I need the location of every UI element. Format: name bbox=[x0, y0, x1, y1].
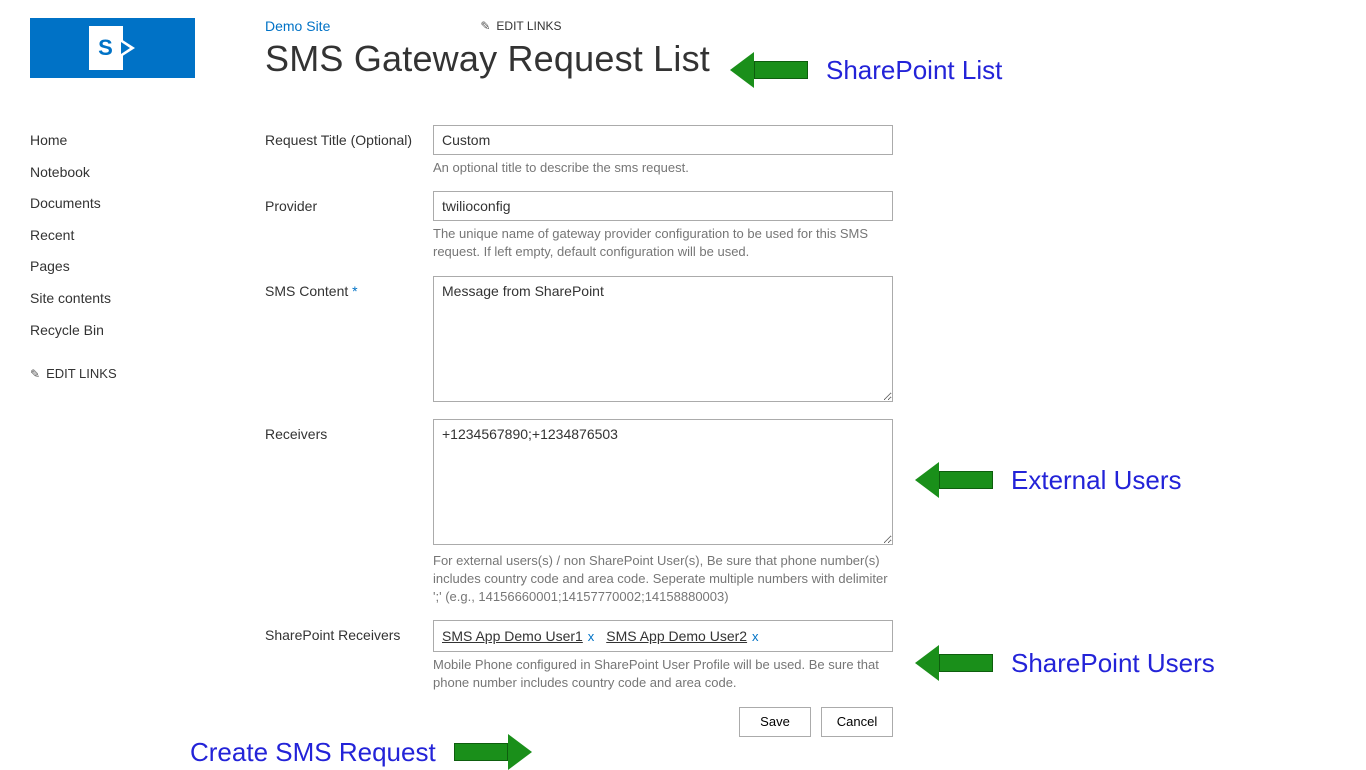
sidebar-edit-links-label: EDIT LINKS bbox=[46, 366, 117, 381]
page-title: SMS Gateway Request List bbox=[265, 38, 1366, 80]
cancel-button[interactable]: Cancel bbox=[821, 707, 893, 737]
sidebar-edit-links[interactable]: ✎ EDIT LINKS bbox=[30, 358, 265, 389]
sidebar-item-sitecontents[interactable]: Site contents bbox=[30, 283, 265, 315]
receivers-textarea[interactable] bbox=[433, 419, 893, 545]
site-logo[interactable]: S bbox=[30, 18, 195, 78]
sharepoint-receivers-picker[interactable]: SMS App Demo User1 x SMS App Demo User2 … bbox=[433, 620, 893, 652]
sidebar-item-documents[interactable]: Documents bbox=[30, 188, 265, 220]
pencil-icon: ✎ bbox=[480, 19, 490, 33]
request-title-input[interactable] bbox=[433, 125, 893, 155]
help-sp-receivers: Mobile Phone configured in SharePoint Us… bbox=[433, 656, 893, 692]
people-chip[interactable]: SMS App Demo User2 bbox=[606, 628, 747, 644]
edit-links-top[interactable]: ✎ EDIT LINKS bbox=[480, 19, 561, 33]
sidebar-item-recyclebin[interactable]: Recycle Bin bbox=[30, 315, 265, 347]
pencil-icon: ✎ bbox=[30, 367, 40, 381]
arrow-right-icon bbox=[454, 734, 532, 770]
edit-links-top-label: EDIT LINKS bbox=[496, 19, 561, 33]
sidebar-item-home[interactable]: Home bbox=[30, 125, 265, 157]
sms-content-textarea[interactable] bbox=[433, 276, 893, 402]
label-sms-content: SMS Content * bbox=[265, 276, 433, 299]
annotation-label: Create SMS Request bbox=[190, 737, 436, 768]
quick-launch-sidebar: Home Notebook Documents Recent Pages Sit… bbox=[30, 125, 265, 737]
sidebar-item-recent[interactable]: Recent bbox=[30, 220, 265, 252]
save-button[interactable]: Save bbox=[739, 707, 811, 737]
required-marker: * bbox=[352, 283, 357, 299]
label-provider: Provider bbox=[265, 191, 433, 214]
annotation-create-request: Create SMS Request bbox=[190, 734, 532, 770]
provider-input[interactable] bbox=[433, 191, 893, 221]
label-request-title: Request Title (Optional) bbox=[265, 125, 433, 148]
help-receivers: For external users(s) / non SharePoint U… bbox=[433, 552, 893, 607]
remove-chip-icon[interactable]: x bbox=[752, 629, 759, 644]
help-provider: The unique name of gateway provider conf… bbox=[433, 225, 893, 261]
sidebar-item-pages[interactable]: Pages bbox=[30, 251, 265, 283]
label-receivers: Receivers bbox=[265, 419, 433, 442]
sidebar-item-notebook[interactable]: Notebook bbox=[30, 157, 265, 189]
page-header: S Demo Site ✎ EDIT LINKS SMS Gateway Req… bbox=[0, 0, 1366, 80]
remove-chip-icon[interactable]: x bbox=[588, 629, 595, 644]
label-sms-content-text: SMS Content bbox=[265, 283, 348, 299]
sms-request-form: Request Title (Optional) An optional tit… bbox=[265, 125, 965, 737]
people-chip[interactable]: SMS App Demo User1 bbox=[442, 628, 583, 644]
sharepoint-logo-icon: S bbox=[89, 26, 137, 70]
help-request-title: An optional title to describe the sms re… bbox=[433, 159, 893, 177]
label-sp-receivers: SharePoint Receivers bbox=[265, 620, 433, 643]
site-link[interactable]: Demo Site bbox=[265, 18, 330, 34]
